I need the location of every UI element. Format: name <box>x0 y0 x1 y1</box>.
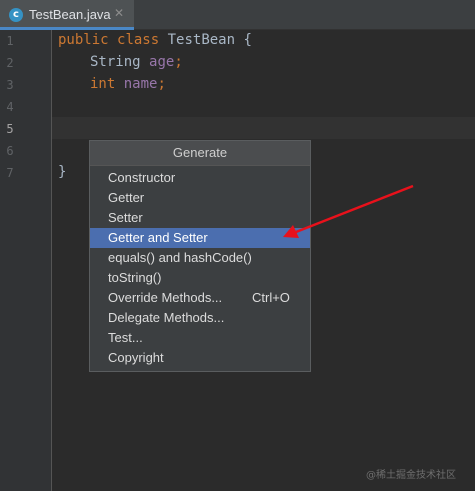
code-line-1[interactable]: public class TestBean { <box>58 32 252 48</box>
editor-tab-bar: c TestBean.java ✕ <box>0 0 475 30</box>
current-line-highlight <box>52 117 475 139</box>
menu-item-label: toString() <box>108 270 162 285</box>
field-name: name <box>123 76 158 92</box>
class-name: TestBean <box>167 32 236 48</box>
keyword: public <box>58 32 109 48</box>
line-number: 7 <box>6 166 14 180</box>
tab-label: TestBean.java <box>29 7 111 22</box>
close-icon[interactable]: ✕ <box>114 6 124 20</box>
semicolon: ; <box>157 76 166 92</box>
menu-item-test[interactable]: Test... <box>90 328 310 348</box>
tab-testbean[interactable]: c TestBean.java ✕ <box>0 0 134 30</box>
menu-item-getter[interactable]: Getter <box>90 188 310 208</box>
field-name: age <box>149 54 175 70</box>
menu-item-label: Setter <box>108 210 143 225</box>
menu-item-setter[interactable]: Setter <box>90 208 310 228</box>
menu-item-label: Getter and Setter <box>108 230 208 245</box>
keyword: class <box>117 32 160 48</box>
line-number: 3 <box>6 78 14 92</box>
menu-item-constructor[interactable]: Constructor <box>90 168 310 188</box>
menu-item-getter-and-setter[interactable]: Getter and Setter <box>90 228 310 248</box>
watermark: @稀土掘金技术社区 <box>366 470 456 481</box>
line-number: 4 <box>6 100 14 114</box>
menu-item-override-methods[interactable]: Override Methods... Ctrl+O <box>90 288 310 308</box>
menu-item-label: Getter <box>108 190 145 205</box>
menu-item-copyright[interactable]: Copyright <box>90 348 310 368</box>
menu-item-label: Test... <box>108 330 143 345</box>
menu-item-shortcut: Ctrl+O <box>252 290 290 305</box>
menu-item-label: Copyright <box>108 350 164 365</box>
type-name: String <box>90 54 141 70</box>
menu-item-label: Override Methods... <box>108 290 223 305</box>
line-number: 1 <box>6 34 14 48</box>
generate-menu: Constructor Getter Setter Getter and Set… <box>90 168 310 368</box>
menu-item-label: Delegate Methods... <box>108 310 225 325</box>
menu-item-tostring[interactable]: toString() <box>90 268 310 288</box>
menu-item-equals-hashcode[interactable]: equals() and hashCode() <box>90 248 310 268</box>
java-class-icon: c <box>9 8 23 22</box>
line-number-current: 5 <box>6 122 14 136</box>
brace: } <box>58 164 67 180</box>
arrow-shaft <box>295 184 414 234</box>
line-number: 6 <box>6 144 14 158</box>
generate-popup: Generate Constructor Getter Setter Gette… <box>89 140 311 372</box>
brace: { <box>243 32 252 48</box>
menu-item-delegate-methods[interactable]: Delegate Methods... <box>90 308 310 328</box>
popup-title: Generate <box>90 141 310 166</box>
semicolon: ; <box>174 54 183 70</box>
line-number-gutter: 1 2 3 4 5 6 7 <box>0 30 52 491</box>
code-line-2[interactable]: String age; <box>90 54 183 70</box>
line-number: 2 <box>6 56 14 70</box>
code-line-3[interactable]: int name; <box>90 76 166 92</box>
menu-item-label: equals() and hashCode() <box>108 250 252 265</box>
menu-item-label: Constructor <box>108 170 176 185</box>
type-keyword: int <box>90 76 116 92</box>
code-line-7[interactable]: } <box>58 164 66 180</box>
